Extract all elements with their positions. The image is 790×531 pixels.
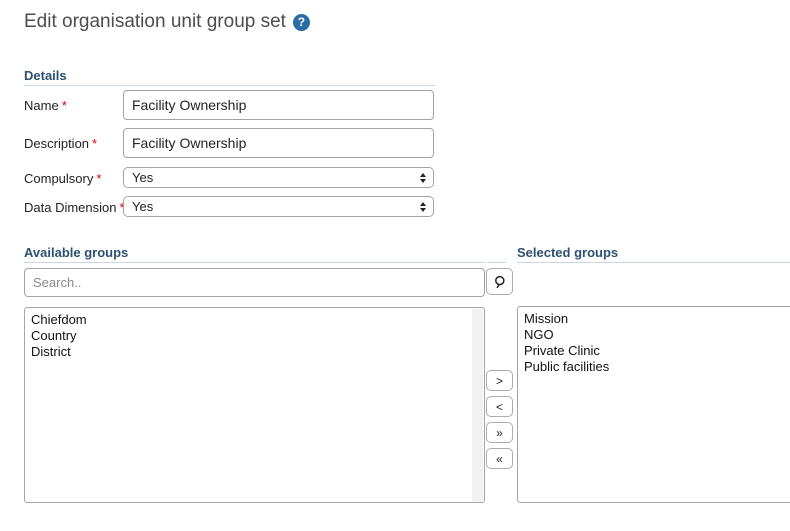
- list-item[interactable]: Chiefdom: [31, 312, 484, 328]
- data-dimension-label: Data Dimension*: [24, 200, 125, 215]
- move-all-left-button[interactable]: «: [486, 448, 513, 469]
- available-groups-heading: Available groups: [24, 245, 485, 263]
- data-dimension-select-value: Yes: [132, 199, 153, 214]
- list-item[interactable]: Country: [31, 328, 484, 344]
- compulsory-select[interactable]: Yes: [123, 167, 434, 188]
- list-item[interactable]: Public facilities: [524, 359, 790, 375]
- compulsory-label: Compulsory*: [24, 171, 101, 186]
- list-item[interactable]: Private Clinic: [524, 343, 790, 359]
- required-asterisk: *: [92, 136, 97, 151]
- required-asterisk: *: [62, 98, 67, 113]
- list-item[interactable]: Mission: [524, 311, 790, 327]
- page-title-text: Edit organisation unit group set: [24, 11, 286, 33]
- description-label: Description*: [24, 136, 97, 151]
- move-all-right-button[interactable]: »: [486, 422, 513, 443]
- data-dimension-select[interactable]: Yes: [123, 196, 434, 217]
- selected-groups-list[interactable]: Mission NGO Private Clinic Public facili…: [517, 306, 790, 503]
- selected-groups-heading: Selected groups: [517, 245, 790, 263]
- move-selected-right-button[interactable]: >: [486, 370, 513, 391]
- name-label: Name*: [24, 98, 67, 113]
- required-asterisk: *: [96, 171, 101, 186]
- page-title: Edit organisation unit group set ?: [24, 11, 310, 33]
- search-input[interactable]: [24, 268, 485, 297]
- compulsory-select-value: Yes: [132, 170, 153, 185]
- search-button[interactable]: [486, 268, 513, 295]
- move-selected-left-button[interactable]: <: [486, 396, 513, 417]
- name-input[interactable]: [123, 90, 434, 120]
- description-input[interactable]: [123, 128, 434, 158]
- transfer-column-header-rule: [487, 245, 506, 263]
- list-item[interactable]: NGO: [524, 327, 790, 343]
- available-groups-list[interactable]: Chiefdom Country District: [24, 307, 485, 503]
- select-spinner-icon: [420, 173, 426, 183]
- select-spinner-icon: [420, 202, 426, 212]
- help-icon[interactable]: ?: [293, 14, 310, 31]
- search-icon: [493, 275, 507, 289]
- details-section-heading: Details: [24, 68, 435, 86]
- scrollbar[interactable]: [472, 309, 483, 501]
- list-item[interactable]: District: [31, 344, 484, 360]
